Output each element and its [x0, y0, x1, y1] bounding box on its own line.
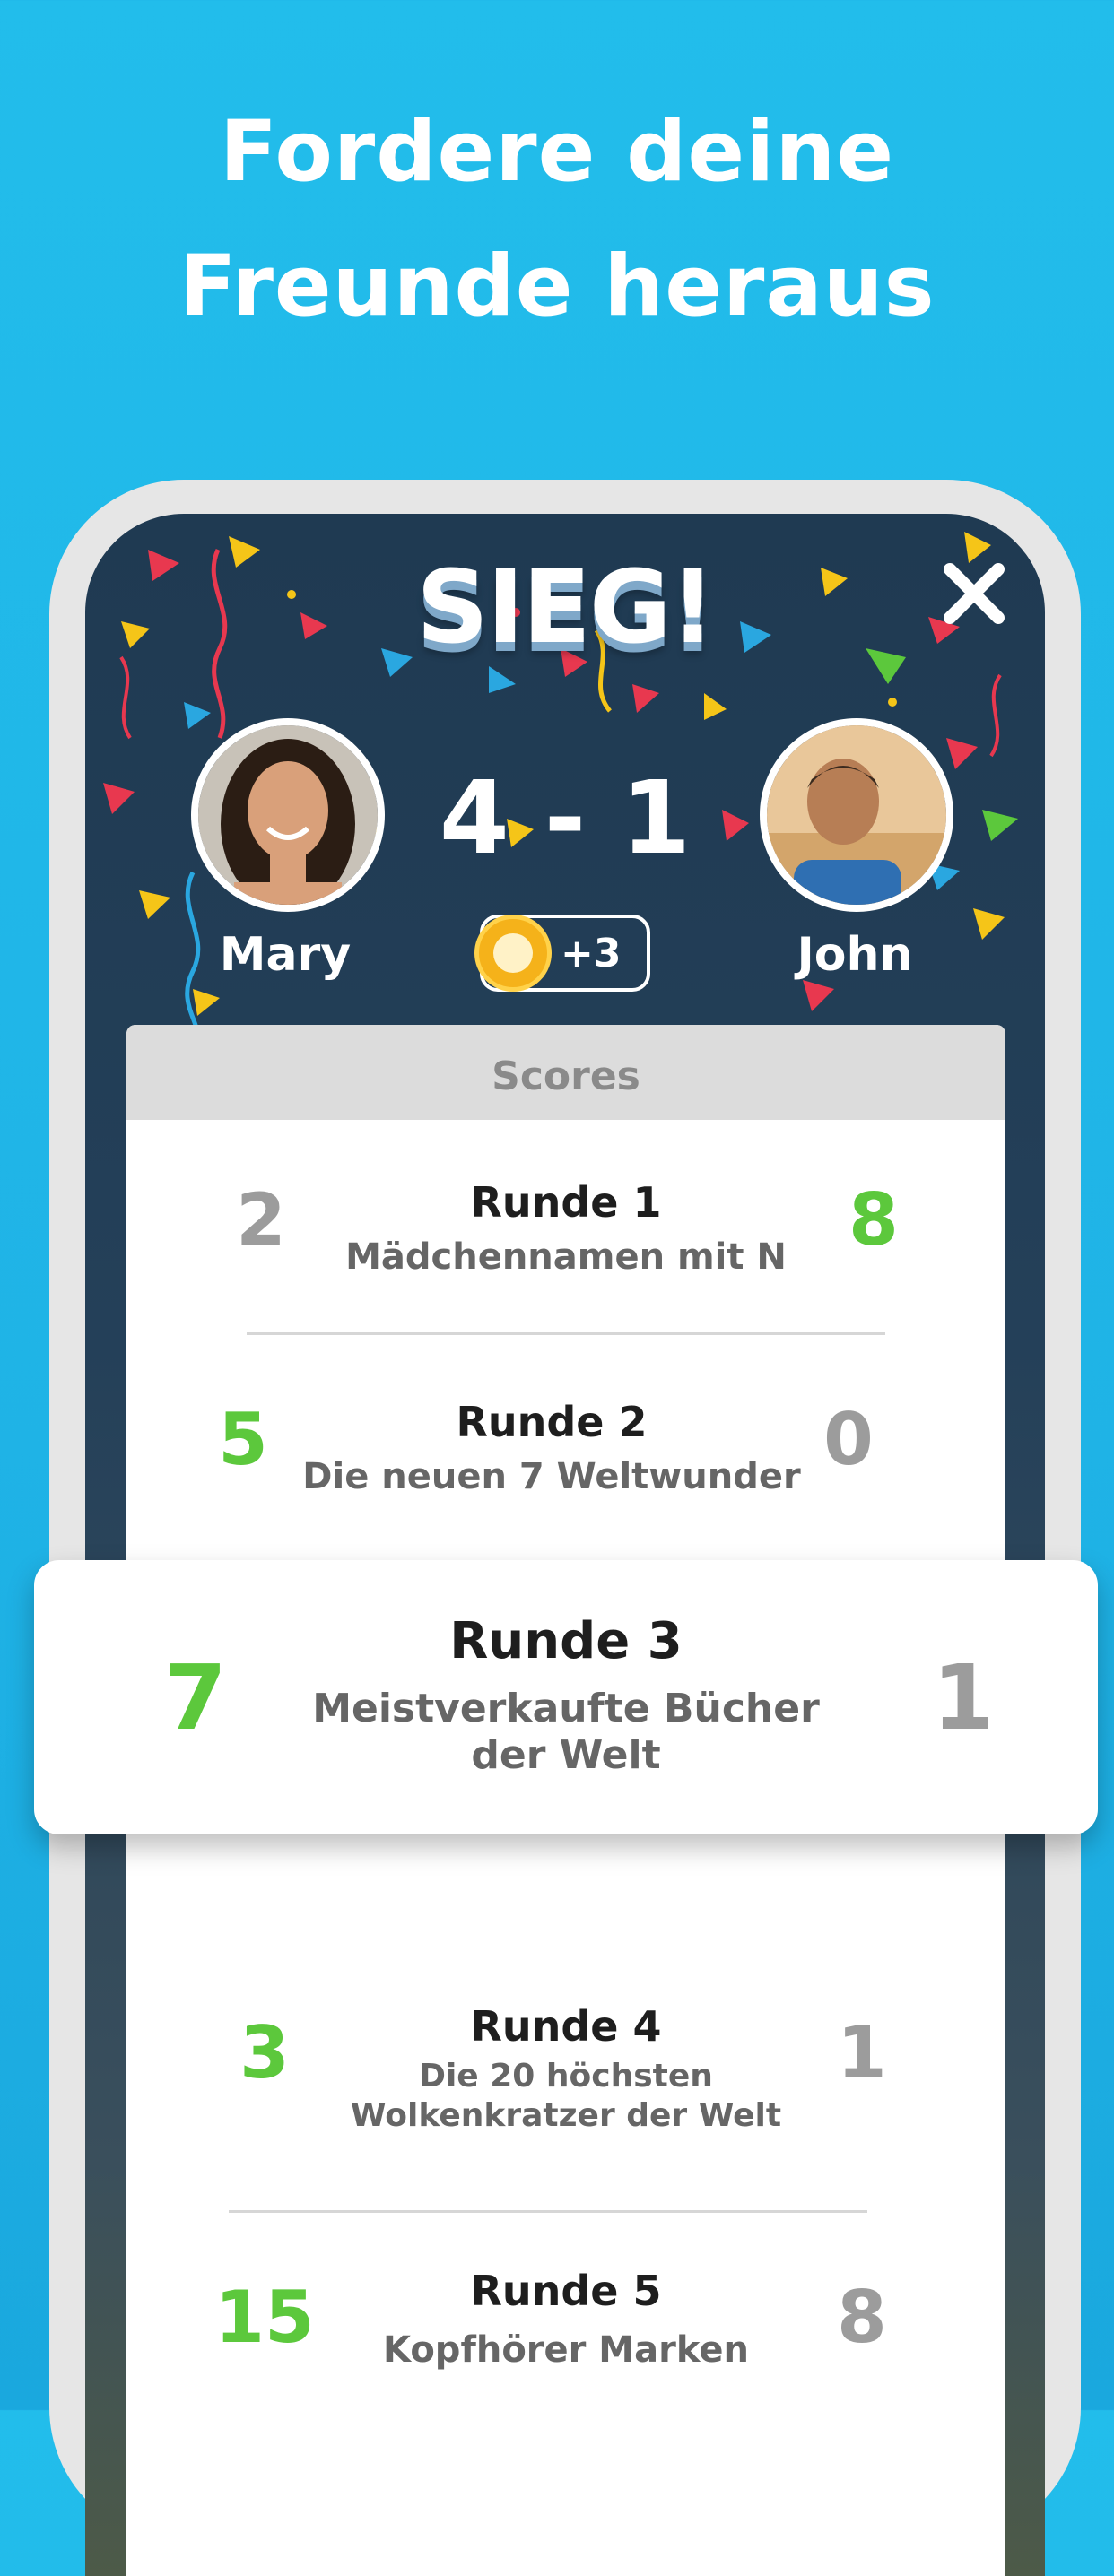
- player-right-photo: [767, 725, 946, 905]
- round-4-title: Runde 4: [470, 2002, 662, 2051]
- result-screen: SIEG! Mary 4 - 1 +3 John Scores 2 Runde …: [85, 514, 1045, 2576]
- promo-headline: Fordere deine Freunde heraus: [0, 85, 1114, 354]
- phone-frame: SIEG! Mary 4 - 1 +3 John Scores 2 Runde …: [49, 480, 1081, 2576]
- scores-header: Scores: [126, 1025, 1005, 1120]
- round-1-title: Runde 1: [470, 1178, 662, 1227]
- round-row-3-highlighted[interactable]: 7 Runde 3 Meistverkaufte Bücher der Welt…: [34, 1560, 1098, 1834]
- round-3-left-score: 7: [164, 1645, 227, 1750]
- round-row-4[interactable]: 3 Runde 4 Die 20 höchsten Wolkenkratzer …: [126, 1957, 1005, 2181]
- round-4-subtitle-line-1: Die 20 höchsten: [419, 2058, 713, 2095]
- headline-line-2: Freunde heraus: [178, 238, 936, 335]
- headline-line-1: Fordere deine: [219, 103, 895, 201]
- round-1-right-score: 8: [849, 1178, 899, 1262]
- row-divider: [229, 2210, 867, 2213]
- victory-title: SIEG!: [416, 550, 716, 666]
- coin-icon: [474, 915, 552, 992]
- round-row-1[interactable]: 2 Runde 1 Mädchennamen mit N 8: [126, 1120, 1005, 1344]
- round-4-subtitle-line-2: Wolkenkratzer der Welt: [350, 2097, 782, 2134]
- round-5-subtitle: Kopfhörer Marken: [383, 2329, 749, 2371]
- player-left-name: Mary: [219, 928, 352, 982]
- player-right-name: John: [796, 928, 913, 982]
- player-left-avatar: [191, 718, 385, 912]
- round-2-left-score: 5: [218, 1398, 268, 1481]
- match-score: 4 - 1: [439, 760, 692, 877]
- round-row-5[interactable]: 15 Runde 5 Kopfhörer Marken 8: [126, 2222, 1005, 2446]
- round-5-right-score: 8: [837, 2276, 887, 2359]
- row-divider: [247, 1332, 885, 1335]
- round-3-title: Runde 3: [449, 1612, 683, 1670]
- player-left-photo: [198, 725, 378, 905]
- round-3-subtitle-line-1: Meistverkaufte Bücher: [312, 1686, 820, 1731]
- round-5-title: Runde 5: [470, 2267, 662, 2315]
- round-4-right-score: 1: [837, 2011, 887, 2095]
- round-2-subtitle: Die neuen 7 Weltwunder: [302, 1456, 801, 1497]
- round-1-subtitle: Mädchennamen mit N: [345, 1236, 787, 1278]
- coin-reward-value: +3: [561, 931, 622, 976]
- round-2-title: Runde 2: [456, 1398, 648, 1446]
- round-3-subtitle-line-2: der Welt: [471, 1732, 661, 1778]
- round-2-right-score: 0: [823, 1398, 874, 1481]
- coin-reward-badge: +3: [474, 915, 650, 992]
- close-icon[interactable]: [939, 559, 1009, 629]
- round-row-2[interactable]: 5 Runde 2 Die neuen 7 Weltwunder 0: [126, 1344, 1005, 1568]
- round-3-right-score: 1: [932, 1645, 995, 1750]
- player-right-avatar: [760, 718, 953, 912]
